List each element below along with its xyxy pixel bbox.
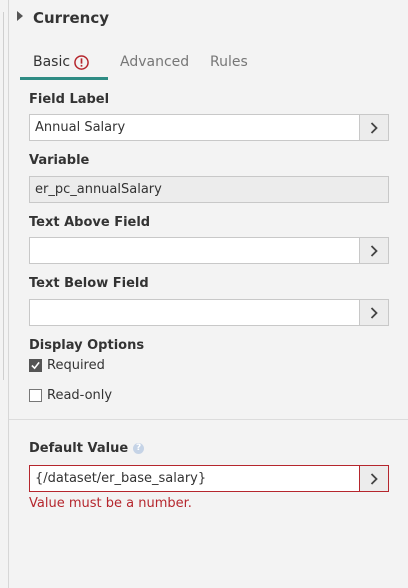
required-label: Required — [47, 357, 105, 373]
chevron-right-icon — [370, 306, 378, 319]
section-divider — [9, 419, 408, 420]
tab-basic-label: Basic — [33, 54, 71, 70]
help-icon[interactable]: ? — [133, 443, 145, 454]
text-below-label: Text Below Field — [29, 276, 149, 291]
text-above-expand-button[interactable] — [359, 237, 389, 264]
text-below-input[interactable] — [29, 299, 359, 326]
text-below-row — [29, 299, 389, 326]
default-value-label-row: Default Value? — [29, 441, 145, 456]
text-above-row — [29, 237, 389, 264]
checkmark-icon — [31, 361, 40, 369]
field-label-row: Annual Salary — [29, 114, 389, 141]
default-value-row: {/dataset/er_base_salary} — [29, 465, 389, 492]
caret-right-icon[interactable] — [17, 11, 23, 21]
section-title: Currency — [33, 9, 110, 27]
text-below-expand-button[interactable] — [359, 299, 389, 326]
field-label-expand-button[interactable] — [359, 114, 389, 141]
field-label-label: Field Label — [29, 92, 110, 107]
default-value-expand-button[interactable] — [359, 465, 389, 492]
display-options-label: Display Options — [29, 338, 145, 353]
variable-label: Variable — [29, 153, 90, 168]
read-only-label: Read-only — [47, 387, 113, 403]
default-value-input[interactable]: {/dataset/er_base_salary} — [29, 465, 359, 492]
tab-rules[interactable]: Rules — [210, 54, 248, 82]
warning-icon — [74, 55, 89, 70]
properties-panel: Currency Basic Advanced Rules Field Labe… — [9, 0, 408, 588]
chevron-right-icon — [370, 244, 378, 257]
left-rail — [0, 0, 9, 588]
active-tab-underline — [20, 77, 108, 80]
tab-advanced[interactable]: Advanced — [120, 54, 189, 82]
read-only-option[interactable]: Read-only — [29, 387, 112, 403]
section-header[interactable]: Currency — [17, 6, 109, 30]
variable-input: er_pc_annualSalary — [29, 176, 389, 203]
tab-basic[interactable]: Basic — [20, 50, 108, 80]
text-above-label: Text Above Field — [29, 215, 151, 230]
text-above-input[interactable] — [29, 237, 359, 264]
rail-line — [3, 12, 4, 380]
default-value-label: Default Value — [29, 441, 129, 456]
variable-row: er_pc_annualSalary — [29, 176, 389, 203]
required-option[interactable]: Required — [29, 357, 105, 373]
read-only-checkbox[interactable] — [29, 388, 42, 402]
chevron-right-icon — [370, 472, 378, 485]
required-checkbox[interactable] — [29, 358, 42, 372]
field-label-input[interactable]: Annual Salary — [29, 114, 359, 141]
chevron-right-icon — [370, 121, 378, 134]
validation-error: Value must be a number. — [29, 496, 192, 511]
